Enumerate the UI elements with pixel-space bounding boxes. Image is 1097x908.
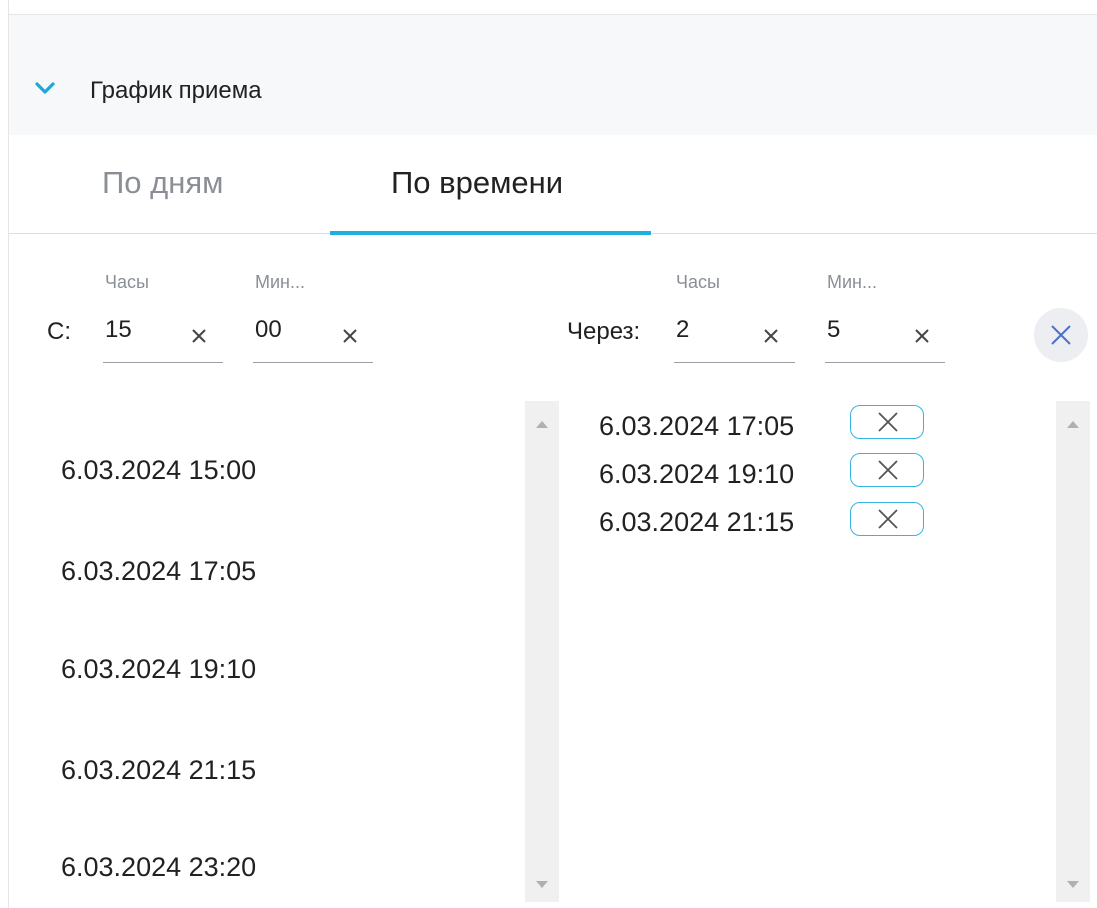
close-icon <box>878 460 898 480</box>
interval-minutes-label: Мин... <box>827 272 877 292</box>
tab-by-days[interactable]: По дням <box>102 165 223 201</box>
interval-minutes-underline <box>825 362 945 363</box>
section-header[interactable]: График приема <box>9 15 1097 135</box>
interval-hours-label: Часы <box>676 272 720 292</box>
list-item[interactable]: 6.03.2024 19:10 <box>61 654 256 685</box>
list-item[interactable]: 6.03.2024 23:20 <box>61 852 256 883</box>
tab-by-time[interactable]: По времени <box>391 165 563 201</box>
scroll-up-icon[interactable] <box>1067 421 1079 428</box>
chevron-down-icon[interactable] <box>34 77 56 99</box>
remove-time-button[interactable] <box>850 405 924 439</box>
list-item[interactable]: 6.03.2024 15:00 <box>61 455 256 486</box>
interval-hours-input[interactable]: 2 <box>676 316 689 344</box>
clear-interval-minutes-icon[interactable] <box>913 327 931 345</box>
interval-hours-underline <box>674 362 795 363</box>
scroll-down-icon[interactable] <box>1067 881 1079 888</box>
interval-prefix: Через: <box>567 318 641 345</box>
list-item[interactable]: 6.03.2024 21:15 <box>61 755 256 786</box>
clear-interval-hours-icon[interactable] <box>762 327 780 345</box>
scroll-down-icon[interactable] <box>536 881 548 888</box>
from-hours-underline <box>103 362 223 363</box>
interval-minutes-input[interactable]: 5 <box>827 316 840 344</box>
selected-times-scrollbar[interactable] <box>1056 401 1090 902</box>
remove-row-button[interactable] <box>1034 308 1088 362</box>
remove-time-button[interactable] <box>850 502 924 536</box>
from-hours-label: Часы <box>105 272 149 292</box>
from-prefix: С: <box>47 318 71 345</box>
from-minutes-input[interactable]: 00 <box>255 316 282 344</box>
from-minutes-underline <box>253 362 373 363</box>
from-hours-input[interactable]: 15 <box>105 316 132 344</box>
selected-time-item: 6.03.2024 19:10 <box>599 459 795 489</box>
selected-time-item: 6.03.2024 21:15 <box>599 507 795 537</box>
close-icon <box>878 412 898 432</box>
from-minutes-label: Мин... <box>255 272 305 292</box>
tab-bar: По дням По времени <box>9 135 1097 235</box>
clear-from-hours-icon[interactable] <box>190 327 208 345</box>
section-title: График приема <box>90 77 262 104</box>
close-icon <box>878 509 898 529</box>
selected-time-item: 6.03.2024 17:05 <box>599 411 795 441</box>
close-icon <box>1051 325 1071 345</box>
clear-from-minutes-icon[interactable] <box>341 327 359 345</box>
remove-time-button[interactable] <box>850 453 924 487</box>
active-tab-indicator <box>330 231 651 235</box>
generated-times-scrollbar[interactable] <box>525 401 559 902</box>
list-item[interactable]: 6.03.2024 17:05 <box>61 556 256 587</box>
scroll-up-icon[interactable] <box>536 421 548 428</box>
